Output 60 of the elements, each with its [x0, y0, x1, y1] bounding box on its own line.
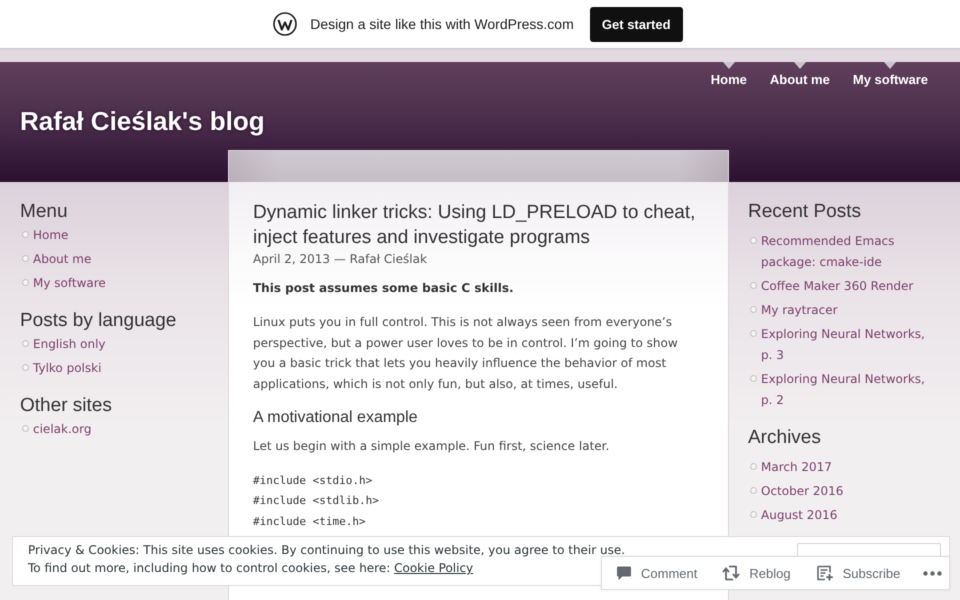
lead-text: This post assumes some basic C skills.	[253, 280, 515, 297]
bullet-icon	[22, 340, 29, 346]
logo-icon	[273, 12, 298, 36]
cookie-policy-link[interactable]: Cookie Policy	[394, 561, 474, 575]
sidebar-link[interactable]: My raytracer	[761, 300, 933, 320]
sidebar-link[interactable]: August 2016	[761, 504, 933, 526]
bullet-icon	[750, 462, 757, 470]
sidebar-link[interactable]: March 2017	[761, 456, 933, 478]
bullet-icon	[750, 306, 757, 312]
bullet-icon	[22, 254, 29, 262]
bullet-icon	[22, 364, 29, 370]
bullet-icon	[750, 282, 757, 288]
nav-link[interactable]: About me	[770, 72, 830, 88]
bullet-icon	[750, 486, 757, 494]
sidebar-link[interactable]: My software	[33, 272, 106, 294]
post-meta: April 2, 2013 — Rafał Cieślak	[253, 251, 428, 268]
sidebar-link[interactable]: October 2016	[761, 480, 933, 502]
sidebar-link[interactable]: English only	[33, 334, 106, 354]
sidebar-link[interactable]: About me	[33, 248, 92, 270]
section-heading: A motivational example	[253, 408, 419, 428]
widget-heading: Menu	[20, 201, 69, 223]
bullet-icon	[750, 374, 757, 382]
cookie-more-text: To find out more, including how to control cookies, see here: Cookie Policy	[28, 560, 474, 577]
nav-marker-icon	[794, 62, 806, 69]
reblog-button[interactable]: Reblog	[722, 565, 791, 581]
sidebar-link[interactable]: Tylko polski	[33, 358, 102, 378]
widget-heading: Other sites	[20, 395, 113, 417]
speech-bubble-icon	[616, 565, 632, 581]
promo-text: Design a site like this with WordPress.com	[310, 16, 574, 32]
post-title[interactable]: Dynamic linker tricks: Using LD_PRELOAD to cheat, inject features and investigate programs	[253, 200, 704, 250]
get-started-button[interactable]: Get started	[590, 6, 683, 42]
blog-title[interactable]: Rafał Cieślak's blog	[20, 106, 265, 136]
subscribe-button[interactable]: Subscribe	[816, 565, 900, 581]
bullet-icon	[22, 278, 29, 286]
reblog-arrows-icon	[722, 565, 740, 581]
bullet-icon	[22, 230, 29, 238]
nav-marker-icon	[722, 62, 735, 69]
paragraph: Linux puts you in full control. This is not always seen from everyone’s perspective, but a power user loves to be in control. I’m going to show you a basic trick that lets you heavily influence the behavior of most applications, which is not only fun, but also, at times, useful.	[253, 314, 679, 392]
nav-link[interactable]: Home	[710, 72, 747, 88]
sidebar-link[interactable]: Exploring Neural Networks, p. 3	[761, 324, 933, 366]
bullet-icon	[22, 424, 29, 432]
comment-button[interactable]: Comment	[616, 565, 698, 581]
bullet-icon	[750, 330, 757, 336]
sidebar-link[interactable]: Coffee Maker 360 Render	[761, 276, 933, 296]
nav-link[interactable]: My software	[852, 72, 928, 88]
more-icon[interactable]	[923, 570, 942, 576]
paragraph: Let us begin with a simple example. Fun first, science later.	[253, 438, 610, 455]
widget-heading: Recent Posts	[748, 201, 862, 223]
sidebar-link[interactable]: Exploring Neural Networks, p. 2	[761, 368, 933, 410]
bullet-icon	[750, 236, 757, 244]
widget-heading: Posts by language	[20, 310, 178, 332]
sidebar-link[interactable]: Home	[33, 224, 68, 246]
bullet-icon	[750, 510, 757, 518]
document-plus-icon	[816, 565, 834, 581]
sidebar-link[interactable]: cielak.org	[33, 418, 92, 440]
widget-heading: Archives	[748, 427, 822, 449]
code-text: #include <stdio.h> #include <stdlib.h> #include <time.h>	[253, 472, 379, 530]
cookie-notice-text: Privacy & Cookies: This site uses cookies. By continuing to use this website, you agree to their use.	[28, 542, 626, 559]
nav-marker-icon	[884, 62, 896, 69]
sidebar-link[interactable]: Recommended Emacs package: cmake-ide	[761, 230, 933, 272]
